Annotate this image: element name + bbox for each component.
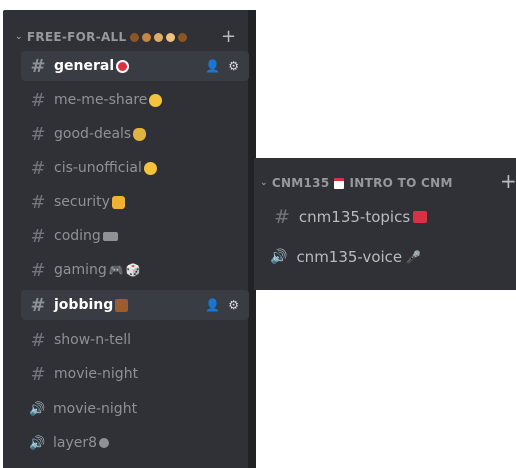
channel-name: movie-night [54, 366, 139, 382]
emoji-dot [178, 32, 188, 42]
text-channel-icon: # [30, 89, 46, 111]
text-channel-icon: # [30, 123, 46, 145]
text-channel-icon: # [30, 157, 46, 179]
speaker-icon: 🔊 [29, 401, 46, 417]
text-channel-icon: # [30, 294, 46, 316]
plus-icon[interactable]: + [221, 26, 236, 47]
voice-channel-cnm135-voice[interactable]: 🔊 cnm135-voice 🎤 [270, 248, 421, 266]
text-channel-icon: # [30, 55, 46, 77]
channel-name: layer8 [53, 435, 98, 451]
channel-movie-night[interactable]: # movie-night [21, 359, 249, 389]
text-channel-icon: # [30, 259, 46, 281]
channel-name: movie-night [53, 401, 138, 417]
add-channel-plus-icon[interactable]: + [500, 169, 516, 193]
channel-name: good-deals [54, 126, 132, 142]
channel-show-n-tell[interactable]: # show-n-tell [21, 325, 249, 355]
voice-channel-layer8[interactable]: 🔊 layer8 [21, 428, 249, 458]
brain-emoji [99, 438, 110, 448]
channel-coding[interactable]: # coding [21, 221, 249, 251]
channel-name: security [54, 194, 110, 210]
speaker-icon: 🔊 [29, 435, 46, 451]
channel-me-me-share[interactable]: # me-me-share [21, 85, 249, 115]
channel-security[interactable]: # security [21, 187, 249, 217]
emoji-dot [142, 32, 152, 42]
chevron-down-icon[interactable]: ⌄ [15, 32, 23, 42]
dart-emoji [116, 59, 130, 73]
add-channel-plus-icon-left[interactable]: + [221, 26, 236, 47]
category-cnm135[interactable]: ⌄ CNM135 INTRO TO CNM [260, 176, 453, 190]
invite-icon[interactable]: 👤 [205, 298, 220, 312]
channel-good-deals[interactable]: # good-deals [21, 119, 249, 149]
die-icon: 🎲 [125, 263, 141, 277]
channel-cis-unofficial[interactable]: # cis-unofficial [21, 153, 249, 183]
category-label: CNM135 [271, 176, 330, 190]
emoji-dot [154, 32, 164, 42]
channel-jobbing[interactable]: # jobbing 👤 ⚙ [21, 290, 249, 320]
channel-name: cnm135-voice [296, 248, 403, 266]
floppy-disk-emoji [334, 177, 345, 189]
channel-cnm135-topics[interactable]: # cnm135-topics [274, 206, 428, 228]
gear-icon[interactable]: ⚙ [228, 298, 239, 312]
text-channel-icon: # [30, 363, 46, 385]
money-bag-emoji [133, 127, 147, 141]
channel-gaming[interactable]: # gaming 🎮 🎲 [21, 255, 249, 285]
channel-name: general [54, 58, 115, 74]
text-channel-icon: # [274, 206, 290, 228]
gear-icon[interactable]: ⚙ [228, 59, 239, 73]
category-label-rest: INTRO TO CNM [349, 176, 453, 190]
channel-name: me-me-share [54, 92, 148, 108]
laughing-emoji [149, 93, 163, 107]
chevron-down-icon[interactable]: ⌄ [260, 178, 268, 188]
category-free-for-all[interactable]: ⌄ FREE-FOR-ALL [15, 30, 188, 44]
skin-tone-emojis [130, 32, 188, 42]
crying-face-emoji [143, 161, 157, 175]
school-emoji [413, 211, 428, 223]
text-channel-icon: # [30, 191, 46, 213]
emoji-dot [130, 32, 140, 42]
briefcase-emoji [115, 298, 129, 312]
lock-emoji [111, 195, 125, 209]
keyboard-emoji [102, 231, 118, 241]
channel-name: show-n-tell [54, 332, 132, 348]
invite-icon[interactable]: 👤 [205, 59, 220, 73]
category-label: FREE-FOR-ALL [26, 30, 127, 44]
channel-general[interactable]: # general 👤 ⚙ [21, 51, 249, 81]
category-cnm135-panel: ⌄ CNM135 INTRO TO CNM + # cnm135-topics … [254, 158, 516, 290]
channel-name: coding [54, 228, 101, 244]
text-channel-icon: # [30, 329, 46, 351]
channel-name: cnm135-topics [298, 208, 411, 226]
emoji-dot [166, 32, 176, 42]
channel-name: jobbing [54, 297, 114, 313]
channel-name: cis-unofficial [54, 160, 142, 176]
voice-channel-movie-night[interactable]: 🔊 movie-night [21, 394, 249, 424]
microphone-emoji: 🎤 [406, 250, 422, 264]
text-channel-icon: # [30, 225, 46, 247]
gamepad-icon: 🎮 [108, 263, 124, 277]
channel-sidebar: ⌄ FREE-FOR-ALL + # general 👤 ⚙ # me-me-s… [3, 10, 256, 468]
speaker-icon: 🔊 [270, 249, 288, 265]
channel-name: gaming [54, 262, 107, 278]
